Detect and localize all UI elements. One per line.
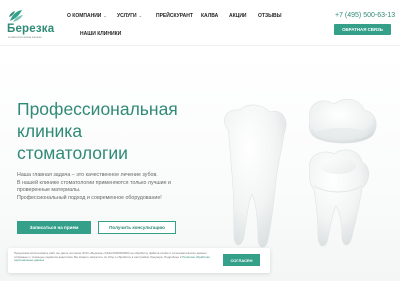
nav-item-kalva[interactable]: КАЛВА — [201, 13, 218, 19]
brand-name: Березка — [7, 23, 55, 35]
hero-title-line: стоматологии — [17, 143, 128, 163]
nav-item-label: АКЦИИ — [229, 13, 247, 19]
get-consultation-button[interactable]: Получить консультацию — [98, 221, 176, 234]
nav-item-label: УСЛУГИ — [117, 13, 137, 19]
nav-item-services[interactable]: УСЛУГИ ⌄ — [117, 13, 142, 19]
nav-item-label: ПРЕЙСКУРАНТ — [156, 13, 193, 19]
hero-text-line: Наша главная задача – это качественное л… — [17, 172, 158, 178]
nav-item-reviews[interactable]: ОТЗЫВЫ — [258, 13, 281, 19]
chevron-down-icon: ⌄ — [103, 13, 107, 18]
hero-text-line: В нашей клинике стоматологии применяются… — [17, 179, 171, 186]
hero-description: Наша главная задача – это качественное л… — [17, 172, 177, 202]
site-header: Березка стоматологическая клиника О КОМП… — [0, 0, 400, 46]
nav-item-promotions[interactable]: АКЦИИ — [229, 13, 247, 19]
nav-item-pricelist[interactable]: ПРЕЙСКУРАНТ — [156, 13, 193, 19]
nav-item-label: НАШИ КЛИНИКИ — [80, 31, 122, 37]
hero-title-line: Профессиональная — [17, 99, 178, 119]
book-appointment-button[interactable]: Записаться на прием — [17, 221, 91, 234]
birch-leaf-icon — [9, 10, 23, 22]
teeth-illustration — [224, 98, 377, 248]
hero-title: Профессиональная клиника стоматологии — [17, 98, 207, 164]
logo[interactable]: Березка стоматологическая клиника — [7, 9, 62, 41]
cookie-banner: Продолжая использовать сайт, вы даете со… — [8, 248, 270, 273]
hero-title-line: клиника — [17, 121, 83, 141]
nav-item-company[interactable]: О КОМПАНИИ ⌄ — [67, 13, 107, 19]
nav-item-label: ОТЗЫВЫ — [258, 13, 282, 19]
cookie-text: Продолжая использовать сайт, вы даете со… — [14, 251, 220, 263]
nav-item-label: О КОМПАНИИ — [67, 13, 102, 19]
hero-text-line: Профессиональный подход и современное об… — [17, 194, 162, 201]
accept-cookies-button[interactable]: СОГЛАСЕН — [223, 254, 260, 266]
hero-text-line: проверенные материалы. — [17, 187, 81, 193]
phone-link[interactable]: +7 (495) 500-63-13 — [335, 12, 395, 20]
chevron-down-icon: ⌄ — [138, 13, 143, 18]
nav-item-clinics[interactable]: НАШИ КЛИНИКИ — [80, 31, 121, 37]
brand-tagline: стоматологическая клиника — [8, 36, 42, 39]
callback-button[interactable]: ОБРАТНАЯ СВЯЗЬ — [334, 24, 391, 35]
nav-item-label: КАЛВА — [201, 13, 219, 19]
